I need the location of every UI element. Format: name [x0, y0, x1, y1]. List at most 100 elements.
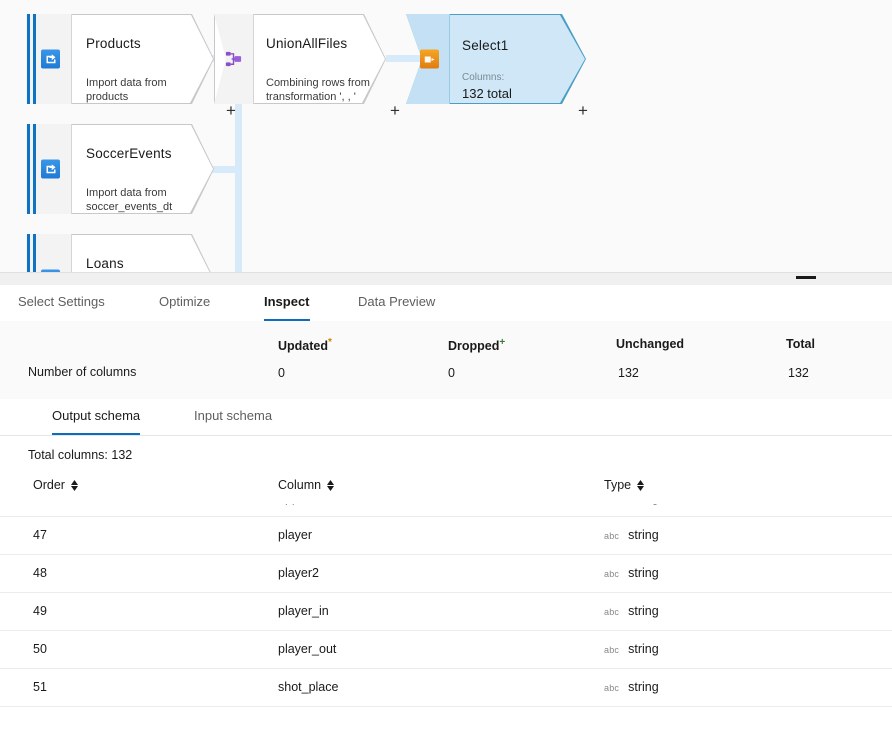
tab-input-schema-label: Input schema	[194, 408, 273, 423]
node-loans-gutter	[26, 234, 72, 272]
summary-header-dropped: Dropped+	[448, 337, 505, 353]
table-row[interactable]: 47 player abc string	[0, 517, 892, 555]
schema-table-body[interactable]: 46 opponent abc string 47 player abc str…	[0, 504, 892, 744]
sort-toggle-icon[interactable]	[70, 479, 78, 491]
node-select1[interactable]: Select1 Columns: 132 total +	[406, 14, 588, 119]
node-select1-title: Select1	[462, 38, 509, 53]
cell-column: player_out	[278, 642, 337, 656]
cell-type-label: string	[628, 528, 659, 542]
tab-optimize-label: Optimize	[159, 294, 211, 309]
table-row[interactable]: 48 player2 abc string	[0, 555, 892, 593]
inspect-summary: Updated* Dropped+ Unchanged Total Number…	[0, 321, 892, 400]
node-products-title: Products	[86, 36, 141, 51]
source-import-icon	[41, 49, 60, 69]
cell-type-label: string	[628, 680, 659, 694]
cell-type-label: string	[628, 642, 659, 656]
cell-order: 50	[33, 642, 47, 656]
cell-column: opponent	[278, 504, 330, 505]
table-row[interactable]: 50 player_out abc string	[0, 631, 892, 669]
tab-underline	[194, 433, 272, 435]
cell-type-label: string	[628, 604, 659, 618]
accent-bar-primary	[27, 234, 30, 272]
cell-order: 48	[33, 566, 47, 580]
column-header-order[interactable]: Order	[33, 478, 78, 492]
cell-type: abc string	[604, 642, 659, 656]
node-select1-columns-label: Columns:	[462, 72, 505, 83]
node-select1-columns-value: 132 total	[462, 86, 512, 101]
abc-type-icon: abc	[604, 645, 620, 655]
summary-row-label: Number of columns	[28, 365, 137, 379]
tab-input-schema[interactable]: Input schema	[194, 399, 272, 435]
node-soccerevents-title: SoccerEvents	[86, 146, 172, 161]
cell-type: abc string	[604, 604, 659, 618]
tab-output-schema-label: Output schema	[52, 408, 141, 423]
tab-data-preview[interactable]: Data Preview	[358, 285, 435, 321]
minimize-icon[interactable]	[796, 276, 816, 279]
node-products-subtitle: Import data from products	[86, 77, 167, 103]
tab-underline	[52, 433, 141, 435]
union-icon	[224, 50, 243, 69]
summary-value-unchanged: 132	[618, 366, 639, 380]
panel-tab-bar: Select Settings Optimize Inspect Data Pr…	[0, 285, 892, 322]
tab-select-settings-label: Select Settings	[18, 294, 105, 309]
tab-output-schema[interactable]: Output schema	[52, 399, 141, 435]
abc-type-icon: abc	[604, 531, 620, 541]
connector-union-vertical	[235, 100, 242, 272]
abc-type-icon: abc	[604, 569, 620, 579]
summary-header-unchanged: Unchanged	[616, 337, 685, 351]
sort-toggle-icon[interactable]	[637, 479, 645, 491]
accent-bar-secondary	[33, 234, 36, 272]
cell-type: abc string	[604, 528, 659, 542]
summary-header-updated: Updated*	[278, 337, 332, 353]
accent-bar-primary	[27, 124, 30, 214]
select-icon	[420, 49, 439, 69]
node-loans[interactable]: Loans	[26, 234, 214, 272]
cell-type-label: string	[628, 504, 659, 505]
tab-data-preview-label: Data Preview	[358, 294, 436, 309]
tab-inspect[interactable]: Inspect	[264, 285, 310, 321]
tab-select-settings[interactable]: Select Settings	[18, 285, 105, 321]
abc-type-icon: abc	[604, 683, 620, 693]
column-header-type[interactable]: Type	[604, 478, 645, 492]
node-unionallfiles[interactable]: UnionAllFiles Combining rows from transf…	[214, 14, 400, 119]
node-loans-title: Loans	[86, 256, 124, 271]
schema-tab-bar: Output schema Input schema	[0, 399, 892, 436]
dropped-marker-icon: +	[499, 337, 506, 348]
table-row[interactable]: 49 player_in abc string	[0, 593, 892, 631]
accent-bar-primary	[27, 14, 30, 104]
updated-marker-icon: *	[328, 337, 332, 348]
node-products[interactable]: Products Import data from products +	[26, 14, 236, 119]
cell-column: player	[278, 528, 313, 542]
node-unionallfiles-add-button[interactable]: +	[390, 102, 400, 119]
node-soccerevents[interactable]: SoccerEvents Import data from soccer_eve…	[26, 124, 214, 214]
sort-toggle-icon[interactable]	[327, 479, 335, 491]
node-select1-add-button[interactable]: +	[578, 102, 588, 119]
column-header-type-label: Type	[604, 478, 632, 492]
column-header-column-label: Column	[278, 478, 322, 492]
cell-order: 47	[33, 528, 47, 542]
node-unionallfiles-subtitle: Combining rows from transformation ', , …	[266, 77, 370, 103]
cell-column: player2	[278, 566, 319, 580]
tab-inspect-label: Inspect	[264, 294, 310, 309]
table-row[interactable]: 51 shot_place abc string	[0, 669, 892, 707]
cell-order: 49	[33, 604, 47, 618]
pipeline-canvas[interactable]: Products Import data from products + Soc…	[0, 0, 892, 272]
cell-order: 46	[33, 504, 47, 505]
summary-value-updated: 0	[278, 366, 285, 380]
cell-column: shot_place	[278, 680, 339, 694]
cell-column: player_in	[278, 604, 329, 618]
column-header-column[interactable]: Column	[278, 478, 335, 492]
summary-header-updated-label: Updated	[278, 339, 328, 354]
abc-type-icon: abc	[604, 607, 620, 617]
cell-type: abc string	[604, 566, 659, 580]
accent-bar-secondary	[33, 124, 36, 214]
summary-value-dropped: 0	[448, 366, 455, 380]
tab-optimize[interactable]: Optimize	[159, 285, 210, 321]
summary-header-dropped-label: Dropped	[448, 339, 500, 354]
node-products-add-button[interactable]: +	[226, 102, 236, 119]
table-row[interactable]: 46 opponent abc string	[0, 504, 892, 517]
details-panel: Select Settings Optimize Inspect Data Pr…	[0, 272, 892, 744]
summary-value-total: 132	[788, 366, 809, 380]
node-soccerevents-subtitle: Import data from soccer_events_dt	[86, 187, 173, 213]
cell-order: 51	[33, 680, 47, 694]
